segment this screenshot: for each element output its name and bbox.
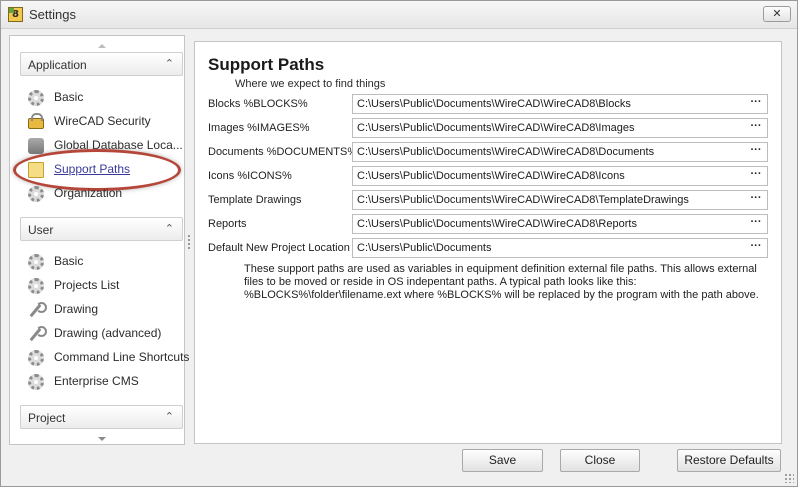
database-icon: [28, 138, 44, 154]
gear-icon: [28, 186, 44, 202]
path-input-reports[interactable]: C:\Users\Public\Documents\WireCAD\WireCA…: [352, 214, 768, 234]
gear-icon: [28, 90, 44, 106]
save-button[interactable]: Save: [462, 449, 543, 472]
wrench-icon: [28, 326, 47, 342]
scroll-down-arrow-icon[interactable]: [98, 437, 106, 441]
path-input-images[interactable]: C:\Users\Public\Documents\WireCAD\WireCA…: [352, 118, 768, 138]
resize-grip[interactable]: [784, 473, 794, 483]
path-label: Blocks %BLOCKS%: [208, 98, 308, 110]
sidebar-item-label: Enterprise CMS: [54, 374, 139, 388]
group-title: Project: [28, 411, 66, 425]
path-label: Images %IMAGES%: [208, 122, 310, 134]
path-value[interactable]: C:\Users\Public\Documents: [357, 242, 492, 254]
path-label: Template Drawings: [208, 194, 302, 206]
chevron-up-icon[interactable]: ⌃: [165, 57, 174, 70]
path-label: Default New Project Location: [208, 242, 350, 254]
group-header-project[interactable]: Project ⌃: [20, 405, 183, 429]
path-input-template-drawings[interactable]: C:\Users\Public\Documents\WireCAD\WireCA…: [352, 190, 768, 210]
gear-icon: [28, 350, 44, 366]
path-row-blocks: Blocks %BLOCKS% C:\Users\Public\Document…: [195, 93, 783, 115]
path-row-documents: Documents %DOCUMENTS% C:\Users\Public\Do…: [195, 141, 783, 163]
sidebar-item-label: Projects List: [54, 278, 120, 292]
sidebar-item-label: Support Paths: [54, 162, 131, 176]
chevron-up-icon[interactable]: ⌃: [165, 222, 174, 235]
browse-button[interactable]: ···: [745, 119, 767, 137]
gear-icon: [28, 254, 44, 270]
sidebar-item-label: Command Line Shortcuts: [54, 350, 190, 364]
close-window-button[interactable]: ✕: [763, 6, 791, 22]
sidebar-item-label: Drawing: [54, 302, 99, 316]
browse-button[interactable]: ···: [745, 191, 767, 209]
sidebar-item-label: WireCAD Security: [54, 114, 151, 128]
path-value[interactable]: C:\Users\Public\Documents\WireCAD\WireCA…: [357, 218, 637, 230]
path-row-icons: Icons %ICONS% C:\Users\Public\Documents\…: [195, 165, 783, 187]
panel-splitter[interactable]: [188, 235, 190, 249]
help-note: These support paths are used as variable…: [244, 263, 759, 301]
path-value[interactable]: C:\Users\Public\Documents\WireCAD\WireCA…: [357, 98, 631, 110]
path-value[interactable]: C:\Users\Public\Documents\WireCAD\WireCA…: [357, 194, 689, 206]
close-button[interactable]: Close: [560, 449, 640, 472]
sidebar-item-label: Organization: [54, 186, 123, 200]
path-input-icons[interactable]: C:\Users\Public\Documents\WireCAD\WireCA…: [352, 166, 768, 186]
page-title: Support Paths: [208, 55, 325, 74]
browse-button[interactable]: ···: [745, 215, 767, 233]
settings-sidebar: Application ⌃ Basic WireCAD Security Glo…: [9, 35, 189, 445]
folder-icon: [28, 162, 44, 178]
path-input-blocks[interactable]: C:\Users\Public\Documents\WireCAD\WireCA…: [352, 94, 768, 114]
page-subtitle: Where we expect to find things: [235, 78, 386, 90]
path-label: Documents %DOCUMENTS%: [208, 146, 358, 158]
browse-button[interactable]: ···: [745, 143, 767, 161]
path-label: Reports: [208, 218, 247, 230]
support-paths-panel: Support Paths Where we expect to find th…: [194, 41, 782, 444]
path-input-documents[interactable]: C:\Users\Public\Documents\WireCAD\WireCA…: [352, 142, 768, 162]
wrench-icon: [28, 302, 47, 318]
path-row-default-project-location: Default New Project Location C:\Users\Pu…: [195, 237, 783, 259]
gear-icon: [28, 278, 44, 294]
path-value[interactable]: C:\Users\Public\Documents\WireCAD\WireCA…: [357, 122, 635, 134]
sidebar-item-label: Basic: [54, 254, 84, 268]
path-row-images: Images %IMAGES% C:\Users\Public\Document…: [195, 117, 783, 139]
title-bar[interactable]: 8 Settings ✕: [1, 1, 797, 29]
path-label: Icons %ICONS%: [208, 170, 292, 182]
browse-button[interactable]: ···: [745, 95, 767, 113]
group-header-user[interactable]: User ⌃: [20, 217, 183, 241]
lock-icon: [28, 113, 44, 129]
path-value[interactable]: C:\Users\Public\Documents\WireCAD\WireCA…: [357, 146, 654, 158]
window-title: Settings: [29, 7, 76, 22]
path-value[interactable]: C:\Users\Public\Documents\WireCAD\WireCA…: [357, 170, 625, 182]
settings-window: 8 Settings ✕ Application ⌃ Basic WireCAD…: [0, 0, 798, 487]
gear-icon: [28, 374, 44, 390]
group-title: Application: [28, 58, 87, 72]
group-title: User: [28, 223, 54, 237]
app-icon: 8: [8, 7, 23, 22]
path-row-reports: Reports C:\Users\Public\Documents\WireCA…: [195, 213, 783, 235]
scroll-up-arrow-icon[interactable]: [98, 44, 106, 48]
sidebar-item-label: Drawing (advanced): [54, 326, 162, 340]
restore-defaults-button[interactable]: Restore Defaults: [677, 449, 781, 472]
path-input-default-project-location[interactable]: C:\Users\Public\Documents ···: [352, 238, 768, 258]
path-row-template-drawings: Template Drawings C:\Users\Public\Docume…: [195, 189, 783, 211]
chevron-up-icon[interactable]: ⌃: [165, 410, 174, 423]
group-header-application[interactable]: Application ⌃: [20, 52, 183, 76]
sidebar-item-label: Basic: [54, 90, 84, 104]
browse-button[interactable]: ···: [745, 239, 767, 257]
browse-button[interactable]: ···: [745, 167, 767, 185]
